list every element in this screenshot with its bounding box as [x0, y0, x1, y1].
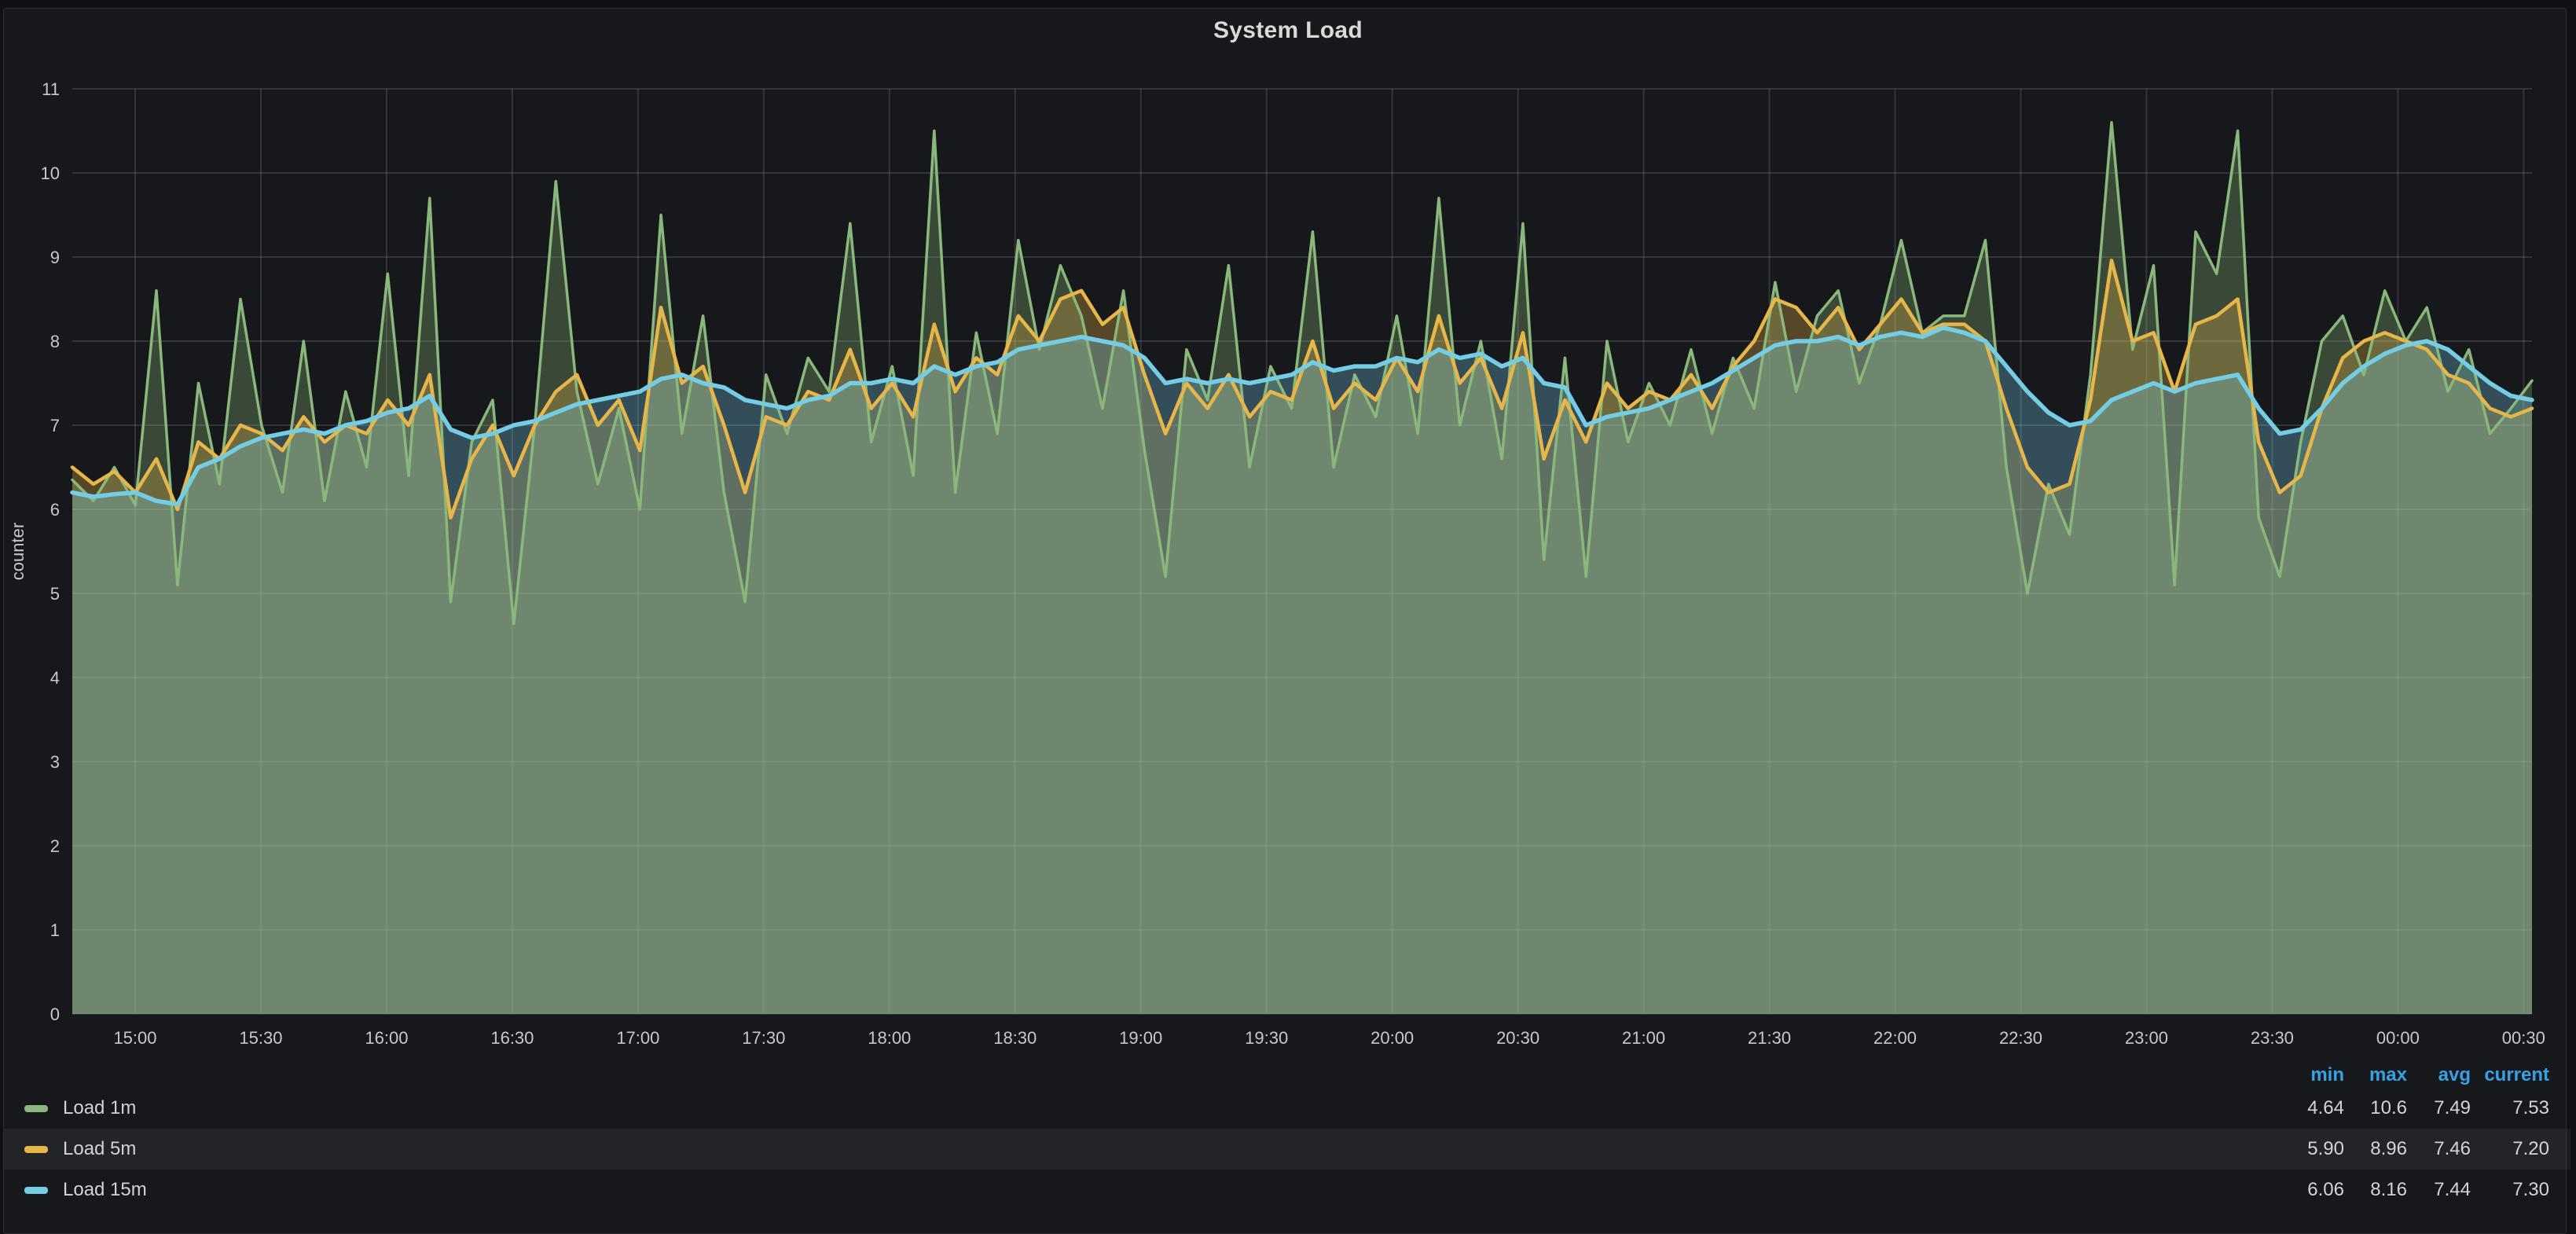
y-tick-label: 7: [50, 416, 60, 435]
x-tick-label: 17:00: [616, 1028, 659, 1048]
legend-header-stats: min max avg current: [2269, 1064, 2570, 1086]
x-tick-label: 16:30: [490, 1028, 534, 1048]
legend-row-load-1m[interactable]: Load 1m 4.64 10.6 7.49 7.53: [4, 1088, 2570, 1129]
x-tick-label: 17:30: [742, 1028, 785, 1048]
y-tick-label: 5: [50, 584, 60, 604]
legend-stats-load-1m: 4.64 10.6 7.49 7.53: [2269, 1097, 2570, 1119]
grafana-system-load-page: { "panel": { "title": "System Load", "y_…: [0, 0, 2576, 1212]
stat-avg: 7.46: [2407, 1138, 2471, 1160]
x-tick-label: 18:30: [993, 1028, 1037, 1048]
stat-current: 7.53: [2471, 1097, 2549, 1119]
y-tick-label: 4: [50, 668, 60, 688]
stat-max: 8.16: [2344, 1179, 2407, 1201]
x-tick-label: 18:00: [868, 1028, 911, 1048]
legend-series-label-load-1m[interactable]: Load 1m: [63, 1097, 136, 1119]
x-tick-label: 20:30: [1496, 1028, 1539, 1048]
y-tick-label: 3: [50, 752, 60, 772]
y-tick-label: 1: [50, 920, 60, 940]
x-tick-label: 21:30: [1748, 1028, 1791, 1048]
legend-series-label-load-5m[interactable]: Load 5m: [63, 1138, 136, 1160]
legend-header-max[interactable]: max: [2344, 1064, 2407, 1086]
x-tick-label: 15:00: [113, 1028, 156, 1048]
x-tick-label: 19:00: [1119, 1028, 1162, 1048]
stat-current: 7.30: [2471, 1179, 2549, 1201]
y-tick-label: 9: [50, 248, 60, 267]
legend-stats-load-5m: 5.90 8.96 7.46 7.20: [2269, 1138, 2570, 1160]
stat-max: 8.96: [2344, 1138, 2407, 1160]
series-color-swatch-load-5m[interactable]: [24, 1146, 48, 1153]
x-tick-label: 15:30: [239, 1028, 282, 1048]
x-tick-label: 00:00: [2376, 1028, 2420, 1048]
legend-header-current[interactable]: current: [2471, 1064, 2549, 1086]
legend-row-load-5m[interactable]: Load 5m 5.90 8.96 7.46 7.20: [4, 1129, 2570, 1170]
x-tick-label: 23:00: [2125, 1028, 2168, 1048]
series-color-swatch-load-1m[interactable]: [24, 1105, 48, 1112]
x-tick-label: 20:00: [1371, 1028, 1414, 1048]
y-tick-label: 0: [50, 1004, 60, 1024]
x-tick-label: 22:00: [1873, 1028, 1917, 1048]
stat-min: 4.64: [2269, 1097, 2344, 1119]
stat-current: 7.20: [2471, 1138, 2549, 1160]
x-tick-label: 00:30: [2502, 1028, 2545, 1048]
legend-series-label-load-15m[interactable]: Load 15m: [63, 1179, 147, 1201]
y-tick-label: 2: [50, 836, 60, 856]
stat-min: 5.90: [2269, 1138, 2344, 1160]
stat-avg: 7.49: [2407, 1097, 2471, 1119]
legend-header-avg[interactable]: avg: [2407, 1064, 2471, 1086]
legend-header-min[interactable]: min: [2269, 1064, 2344, 1086]
x-tick-label: 23:30: [2251, 1028, 2294, 1048]
series-color-swatch-load-15m[interactable]: [24, 1187, 48, 1194]
y-tick-label: 10: [41, 163, 60, 183]
legend-header-row: min max avg current: [4, 1063, 2570, 1088]
stat-min: 6.06: [2269, 1179, 2344, 1201]
legend: min max avg current Load 1m 4.64 10.6 7.…: [4, 1063, 2570, 1210]
system-load-graph[interactable]: 0 1 2 3 4 5 6 7 8 9 10 11 15:00 15:30 16:00 16:30 17:00 1…: [0, 0, 2576, 1061]
y-tick-label: 11: [42, 79, 60, 99]
stat-max: 10.6: [2344, 1097, 2407, 1119]
x-tick-label: 22:30: [1999, 1028, 2042, 1048]
x-tick-label: 16:00: [365, 1028, 408, 1048]
stat-avg: 7.44: [2407, 1179, 2471, 1201]
y-tick-label: 6: [50, 500, 60, 520]
y-tick-label: 8: [50, 332, 60, 351]
y-axis-title: counter: [8, 523, 28, 580]
legend-stats-load-15m: 6.06 8.16 7.44 7.30: [2269, 1179, 2570, 1201]
x-tick-label: 19:30: [1245, 1028, 1288, 1048]
x-tick-label: 21:00: [1622, 1028, 1665, 1048]
legend-row-load-15m[interactable]: Load 15m 6.06 8.16 7.44 7.30: [4, 1170, 2570, 1210]
